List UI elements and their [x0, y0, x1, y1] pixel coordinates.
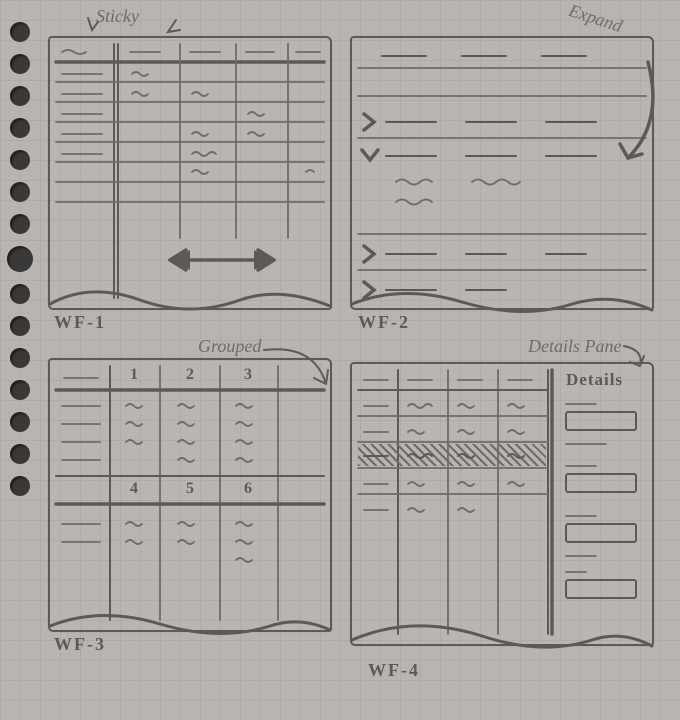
expand-row-collapsed[interactable]: [364, 114, 596, 130]
wf1-label: WF-1: [54, 312, 106, 333]
scroll-horizontal-icon: [170, 250, 274, 270]
selected-row-content: [358, 444, 546, 466]
group-header: 4: [130, 480, 138, 498]
details-pane-heading: Details: [566, 370, 623, 390]
callout-sticky-arrows: [68, 10, 208, 38]
wireframe-2-panel: [350, 36, 654, 310]
callout-expand-arrow-icon: [598, 58, 658, 168]
wireframe-1-panel: [48, 36, 332, 310]
wf2-label: WF-2: [358, 312, 410, 333]
chevron-down-icon: [362, 150, 378, 160]
torn-edge-icon: [348, 622, 660, 656]
chevron-right-icon: [364, 246, 374, 262]
wf1-table: [50, 38, 330, 308]
group-header: 1: [130, 366, 138, 384]
callout-grouped: Grouped: [198, 336, 261, 357]
wf4-label: WF-4: [368, 660, 420, 681]
group-header: 5: [186, 480, 194, 498]
wf3-label: WF-3: [54, 634, 106, 655]
wireframe-4-panel: Details: [350, 362, 654, 646]
expand-row-expanded[interactable]: [362, 150, 596, 205]
group-header: 6: [244, 480, 252, 498]
notebook-spiral-holes: [10, 10, 34, 710]
wf4-layout: [352, 364, 652, 644]
chevron-right-icon: [364, 114, 374, 130]
sketch-page: Sticky: [48, 10, 670, 710]
expand-row-collapsed[interactable]: [364, 246, 586, 262]
group-header: 2: [186, 366, 194, 384]
callout-expand: Expand: [566, 0, 625, 37]
callout-details-pane: Details Pane: [528, 336, 621, 357]
wireframe-3-panel: 1 2 3 4 5 6: [48, 358, 332, 632]
group-header: 3: [244, 366, 252, 384]
